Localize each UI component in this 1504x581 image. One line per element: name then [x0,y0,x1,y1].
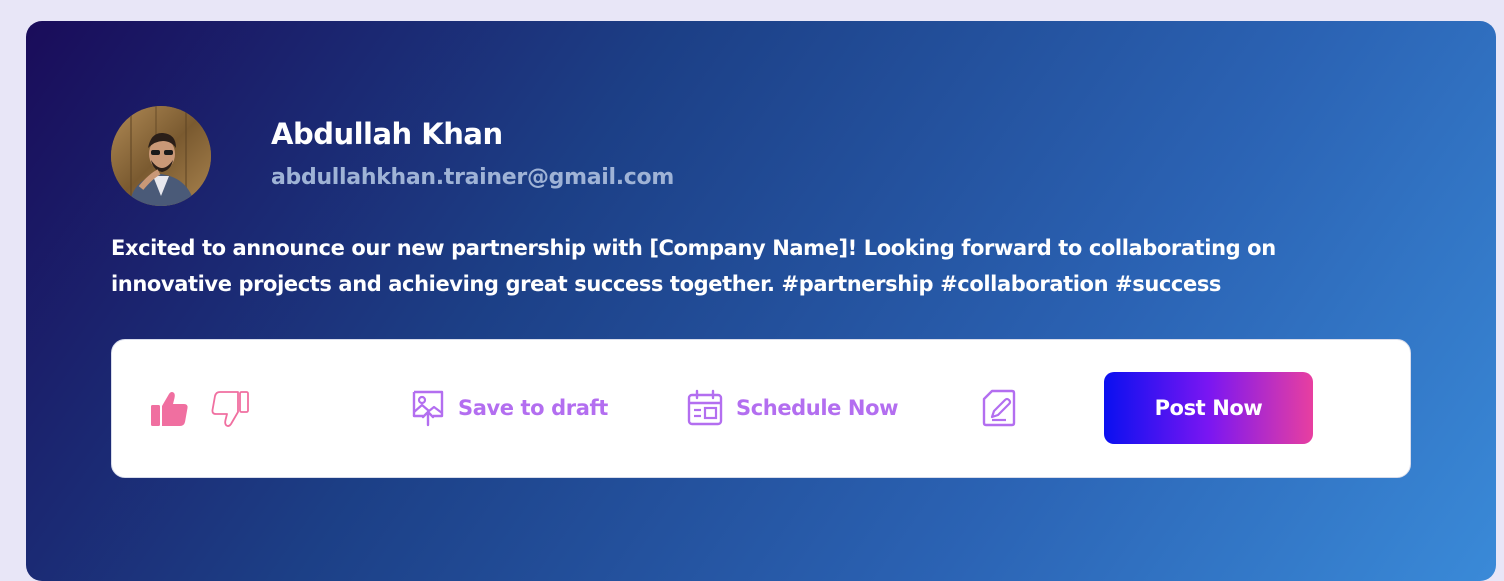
thumbs-up-icon [151,392,188,426]
edit-button[interactable] [980,389,1016,427]
schedule-now-button[interactable]: Schedule Now [687,389,899,427]
schedule-now-label: Schedule Now [736,396,899,420]
like-button[interactable] [150,390,190,428]
post-content: Excited to announce our new partnership … [111,236,1276,296]
post-now-button[interactable]: Post Now [1104,372,1313,444]
dislike-button[interactable] [211,390,251,428]
calendar-icon [687,389,723,426]
profile-email: abdullahkhan.trainer@gmail.com [271,165,674,190]
avatar-image [111,106,211,206]
save-to-draft-button[interactable]: Save to draft [411,389,608,427]
profile-name: Abdullah Khan [271,117,503,151]
thumbs-down-icon [211,391,249,427]
post-card: Abdullah Khan abdullahkhan.trainer@gmail… [26,21,1496,581]
image-upload-icon [412,390,444,427]
edit-icon [982,389,1016,427]
save-to-draft-label: Save to draft [458,396,608,420]
avatar [111,106,211,206]
action-bar: Save to draft Schedule Now Post Now [111,339,1411,478]
